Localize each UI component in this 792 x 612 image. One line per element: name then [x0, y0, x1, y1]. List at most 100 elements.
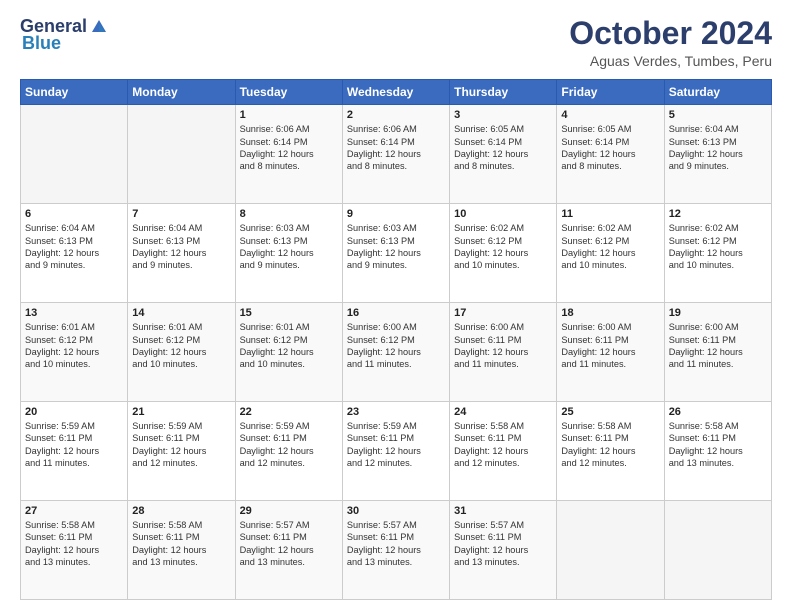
title-block: October 2024 Aguas Verdes, Tumbes, Peru — [569, 16, 772, 69]
calendar-cell: 8 Sunrise: 6:03 AM Sunset: 6:13 PM Daylig… — [235, 204, 342, 303]
calendar-cell: 3 Sunrise: 6:05 AM Sunset: 6:14 PM Daylig… — [450, 105, 557, 204]
calendar-cell: 10Sunrise: 6:02 AM Sunset: 6:12 PM Dayli… — [450, 204, 557, 303]
day-number: 15 — [240, 307, 338, 319]
day-number: 5 — [669, 109, 767, 121]
week-row-5: 27 Sunrise: 5:58 AM Sunset: 6:11 PM Dayli… — [21, 501, 772, 600]
day-info: Sunrise: 6:03 AM Sunset: 6:13 PM Dayligh… — [240, 222, 338, 272]
day-header-wednesday: Wednesday — [342, 80, 449, 105]
day-info: Sunrise: 6:04 AM Sunset: 6:13 PM Dayligh… — [25, 222, 123, 272]
subtitle: Aguas Verdes, Tumbes, Peru — [569, 53, 772, 69]
day-info: Sunrise: 6:00 AM Sunset: 6:11 PM Dayligh… — [669, 321, 767, 371]
calendar-cell: 25Sunrise: 5:58 AM Sunset: 6:11 PM Dayli… — [557, 402, 664, 501]
day-header-sunday: Sunday — [21, 80, 128, 105]
day-number: 9 — [347, 208, 445, 220]
calendar-cell: 29Sunrise: 5:57 AM Sunset: 6:11 PM Dayli… — [235, 501, 342, 600]
calendar-cell: 26 Sunrise: 5:58 AM Sunset: 6:11 PM Dayli… — [664, 402, 771, 501]
calendar-cell — [128, 105, 235, 204]
calendar-cell: 21 Sunrise: 5:59 AM Sunset: 6:11 PM Dayli… — [128, 402, 235, 501]
calendar-cell: 31 Sunrise: 5:57 AM Sunset: 6:11 PM Dayli… — [450, 501, 557, 600]
logo-blue: Blue — [22, 33, 61, 54]
day-info: Sunrise: 5:59 AM Sunset: 6:11 PM Dayligh… — [132, 420, 230, 470]
calendar-cell: 11Sunrise: 6:02 AM Sunset: 6:12 PM Dayli… — [557, 204, 664, 303]
day-info: Sunrise: 6:00 AM Sunset: 6:11 PM Dayligh… — [454, 321, 552, 371]
day-header-saturday: Saturday — [664, 80, 771, 105]
calendar-cell: 30 Sunrise: 5:57 AM Sunset: 6:11 PM Dayli… — [342, 501, 449, 600]
calendar-cell: 24 Sunrise: 5:58 AM Sunset: 6:11 PM Dayli… — [450, 402, 557, 501]
day-info: Sunrise: 6:06 AM Sunset: 6:14 PM Dayligh… — [240, 123, 338, 173]
calendar-body: 1 Sunrise: 6:06 AM Sunset: 6:14 PM Daylig… — [21, 105, 772, 600]
day-info: Sunrise: 6:02 AM Sunset: 6:12 PM Dayligh… — [669, 222, 767, 272]
main-title: October 2024 — [569, 16, 772, 51]
day-number: 17 — [454, 307, 552, 319]
page: General Blue October 2024 Aguas Verdes, … — [0, 0, 792, 612]
day-number: 16 — [347, 307, 445, 319]
calendar-cell: 12Sunrise: 6:02 AM Sunset: 6:12 PM Dayli… — [664, 204, 771, 303]
day-info: Sunrise: 6:04 AM Sunset: 6:13 PM Dayligh… — [132, 222, 230, 272]
day-info: Sunrise: 6:05 AM Sunset: 6:14 PM Dayligh… — [454, 123, 552, 173]
day-info: Sunrise: 5:58 AM Sunset: 6:11 PM Dayligh… — [669, 420, 767, 470]
day-info: Sunrise: 6:00 AM Sunset: 6:11 PM Dayligh… — [561, 321, 659, 371]
day-info: Sunrise: 6:01 AM Sunset: 6:12 PM Dayligh… — [240, 321, 338, 371]
calendar-cell: 28 Sunrise: 5:58 AM Sunset: 6:11 PM Dayli… — [128, 501, 235, 600]
day-info: Sunrise: 6:00 AM Sunset: 6:12 PM Dayligh… — [347, 321, 445, 371]
day-info: Sunrise: 5:59 AM Sunset: 6:11 PM Dayligh… — [240, 420, 338, 470]
calendar-cell — [557, 501, 664, 600]
week-row-4: 20 Sunrise: 5:59 AM Sunset: 6:11 PM Dayli… — [21, 402, 772, 501]
day-info: Sunrise: 5:57 AM Sunset: 6:11 PM Dayligh… — [454, 519, 552, 569]
calendar-cell: 5Sunrise: 6:04 AM Sunset: 6:13 PM Daylig… — [664, 105, 771, 204]
day-number: 4 — [561, 109, 659, 121]
day-number: 24 — [454, 406, 552, 418]
day-info: Sunrise: 5:58 AM Sunset: 6:11 PM Dayligh… — [132, 519, 230, 569]
calendar-cell: 16 Sunrise: 6:00 AM Sunset: 6:12 PM Dayli… — [342, 303, 449, 402]
day-number: 25 — [561, 406, 659, 418]
header: General Blue October 2024 Aguas Verdes, … — [20, 16, 772, 69]
day-header-tuesday: Tuesday — [235, 80, 342, 105]
day-number: 7 — [132, 208, 230, 220]
day-number: 18 — [561, 307, 659, 319]
day-number: 27 — [25, 505, 123, 517]
calendar-cell: 13Sunrise: 6:01 AM Sunset: 6:12 PM Dayli… — [21, 303, 128, 402]
day-number: 13 — [25, 307, 123, 319]
day-number: 28 — [132, 505, 230, 517]
calendar-cell: 18 Sunrise: 6:00 AM Sunset: 6:11 PM Dayli… — [557, 303, 664, 402]
day-info: Sunrise: 6:05 AM Sunset: 6:14 PM Dayligh… — [561, 123, 659, 173]
day-info: Sunrise: 5:59 AM Sunset: 6:11 PM Dayligh… — [25, 420, 123, 470]
day-info: Sunrise: 6:06 AM Sunset: 6:14 PM Dayligh… — [347, 123, 445, 173]
calendar-table: SundayMondayTuesdayWednesdayThursdayFrid… — [20, 79, 772, 600]
day-header-monday: Monday — [128, 80, 235, 105]
day-header-friday: Friday — [557, 80, 664, 105]
day-number: 31 — [454, 505, 552, 517]
calendar-cell: 17 Sunrise: 6:00 AM Sunset: 6:11 PM Dayli… — [450, 303, 557, 402]
calendar-cell: 7 Sunrise: 6:04 AM Sunset: 6:13 PM Daylig… — [128, 204, 235, 303]
calendar-cell: 15 Sunrise: 6:01 AM Sunset: 6:12 PM Dayli… — [235, 303, 342, 402]
week-row-2: 6Sunrise: 6:04 AM Sunset: 6:13 PM Daylig… — [21, 204, 772, 303]
day-number: 26 — [669, 406, 767, 418]
day-number: 1 — [240, 109, 338, 121]
day-number: 30 — [347, 505, 445, 517]
calendar-cell: 23 Sunrise: 5:59 AM Sunset: 6:11 PM Dayli… — [342, 402, 449, 501]
week-row-1: 1 Sunrise: 6:06 AM Sunset: 6:14 PM Daylig… — [21, 105, 772, 204]
day-info: Sunrise: 5:58 AM Sunset: 6:11 PM Dayligh… — [454, 420, 552, 470]
calendar-cell: 20 Sunrise: 5:59 AM Sunset: 6:11 PM Dayli… — [21, 402, 128, 501]
calendar-cell: 2Sunrise: 6:06 AM Sunset: 6:14 PM Daylig… — [342, 105, 449, 204]
calendar-cell — [21, 105, 128, 204]
day-number: 23 — [347, 406, 445, 418]
day-info: Sunrise: 5:57 AM Sunset: 6:11 PM Dayligh… — [347, 519, 445, 569]
day-number: 14 — [132, 307, 230, 319]
day-info: Sunrise: 5:58 AM Sunset: 6:11 PM Dayligh… — [25, 519, 123, 569]
day-number: 20 — [25, 406, 123, 418]
day-number: 29 — [240, 505, 338, 517]
day-number: 22 — [240, 406, 338, 418]
day-number: 8 — [240, 208, 338, 220]
calendar-cell: 14Sunrise: 6:01 AM Sunset: 6:12 PM Dayli… — [128, 303, 235, 402]
day-header-thursday: Thursday — [450, 80, 557, 105]
day-number: 21 — [132, 406, 230, 418]
day-info: Sunrise: 5:59 AM Sunset: 6:11 PM Dayligh… — [347, 420, 445, 470]
week-row-3: 13 Sunrise: 6:01 AM Sunset: 6:12 PM Dayli… — [21, 303, 772, 402]
calendar-cell: 22 Sunrise: 5:59 AM Sunset: 6:11 PM Dayli… — [235, 402, 342, 501]
header-row: SundayMondayTuesdayWednesdayThursdayFrid… — [21, 80, 772, 105]
logo-icon — [90, 18, 108, 36]
day-info: Sunrise: 6:03 AM Sunset: 6:13 PM Dayligh… — [347, 222, 445, 272]
calendar-cell — [664, 501, 771, 600]
day-number: 3 — [454, 109, 552, 121]
